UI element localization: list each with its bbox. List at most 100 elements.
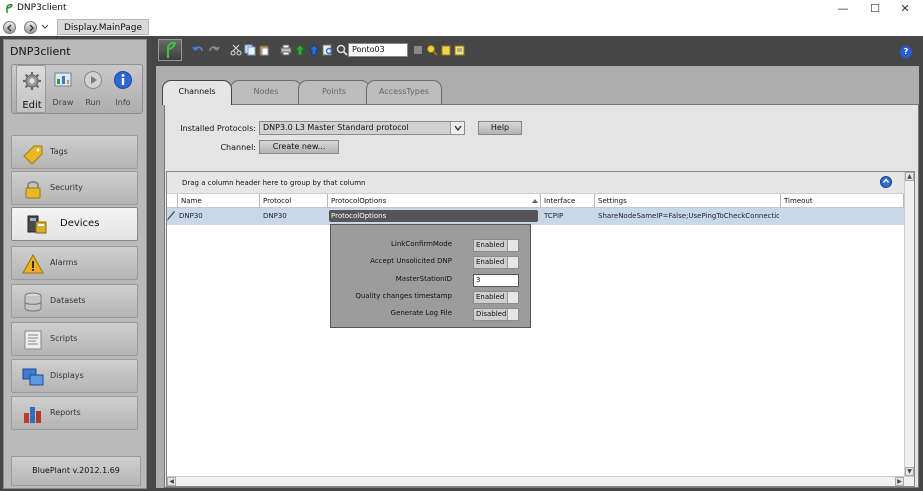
redo-icon[interactable]	[208, 44, 220, 56]
column-timeout[interactable]: Timeout	[780, 194, 904, 208]
sidebar-item-label: Alarms	[50, 258, 78, 267]
sidebar-item-reports[interactable]: Reports	[11, 396, 138, 430]
cut-icon[interactable]	[230, 44, 242, 56]
page-breadcrumb[interactable]: Display.MainPage	[57, 19, 150, 35]
properties-icon[interactable]	[454, 44, 466, 56]
cell-protocoloptions[interactable]: ProtocolOptions	[329, 210, 538, 222]
mode-panel: Edit Draw Run Info	[11, 64, 143, 114]
history-dropdown-icon[interactable]	[41, 24, 49, 30]
installed-protocols-label: Installed Protocols:	[180, 124, 256, 133]
sidebar-item-label: Reports	[50, 408, 81, 417]
chevron-down-icon[interactable]	[507, 292, 518, 303]
chevron-down-icon[interactable]	[507, 240, 518, 251]
scroll-left-button[interactable]: ◀	[167, 477, 176, 486]
accept-unsolicited-select[interactable]: Enabled	[473, 256, 519, 269]
mode-info-label: Info	[115, 98, 131, 107]
tab-nodes[interactable]: Nodes	[230, 80, 302, 104]
tab-channels[interactable]: Channels	[162, 80, 232, 105]
option-row-accept-unsolicited: Accept Unsolicited DNP Enabled	[331, 256, 530, 270]
masterstationid-input[interactable]: 3	[473, 274, 519, 287]
cell-name[interactable]: DNP30	[177, 208, 257, 225]
channels-grid: Drag a column header here to group by th…	[166, 171, 915, 487]
back-button[interactable]	[3, 21, 16, 34]
cell-settings[interactable]: ShareNodeSameIP=False;UsePingToCheckConn…	[596, 208, 779, 225]
chevron-down-icon[interactable]	[507, 257, 518, 268]
main-frame: DNP3client Edit Draw Run Info Tags Secur…	[0, 36, 923, 491]
leaf-button[interactable]	[158, 39, 182, 61]
sidebar-item-label: Displays	[50, 371, 84, 380]
scroll-up-button[interactable]: ▲	[905, 172, 914, 181]
window-title: DNP3client	[17, 3, 67, 13]
forward-button[interactable]	[24, 21, 37, 34]
minimize-button[interactable]: —	[828, 0, 858, 18]
protocol-options-popup: LinkConfirmMode Enabled Accept Unsolicit…	[330, 224, 531, 328]
column-protocoloptions[interactable]: ProtocolOptions	[327, 194, 540, 208]
quality-timestamp-select[interactable]: Enabled	[473, 291, 519, 304]
close-button[interactable]: ✕	[890, 0, 920, 18]
search-icon[interactable]	[336, 44, 348, 56]
help-icon[interactable]: ?	[900, 46, 912, 58]
column-settings[interactable]: Settings	[594, 194, 780, 208]
find-next-icon[interactable]	[426, 44, 438, 56]
sort-asc-icon	[532, 199, 538, 203]
mode-info-button[interactable]: Info	[108, 65, 138, 113]
chevron-down-icon[interactable]	[507, 309, 518, 320]
sidebar-item-datasets[interactable]: Datasets	[11, 284, 138, 318]
scroll-right-button[interactable]: ▶	[895, 477, 904, 486]
find-icon[interactable]	[322, 44, 334, 56]
maximize-button[interactable]: ☐	[860, 0, 890, 18]
column-interface[interactable]: Interface	[540, 194, 594, 208]
copy-icon[interactable]	[244, 44, 256, 56]
option-value: Disabled	[476, 310, 507, 318]
column-protocol[interactable]: Protocol	[259, 194, 327, 208]
protocol-select-value: DNP3.0 L3 Master Standard protocol	[263, 123, 409, 132]
grid-header: Name Protocol ProtocolOptions Interface …	[167, 194, 914, 208]
sidebar-item-label: Datasets	[50, 296, 86, 305]
option-row-generate-log: Generate Log File Disabled	[331, 308, 530, 322]
tab-points[interactable]: Points	[298, 80, 370, 104]
bookmark-icon[interactable]	[440, 44, 452, 56]
leaf-icon	[167, 41, 177, 58]
cell-protocol[interactable]: DNP30	[261, 208, 325, 225]
vertical-scrollbar[interactable]: ▲ ▼	[904, 172, 914, 486]
sidebar-item-security[interactable]: Security	[11, 171, 138, 205]
scroll-down-button[interactable]: ▼	[905, 467, 914, 476]
sidebar-item-displays[interactable]: Displays	[11, 359, 138, 393]
search-input[interactable]: Ponto03	[348, 43, 408, 57]
navigation-bar: Display.MainPage	[0, 18, 923, 36]
sidebar-item-scripts[interactable]: Scripts	[11, 322, 138, 356]
option-label: Accept Unsolicited DNP	[370, 257, 452, 265]
mode-edit-button[interactable]: Edit	[16, 65, 46, 113]
generate-log-select[interactable]: Disabled	[473, 308, 519, 321]
gear-icon	[23, 72, 41, 90]
mode-draw-button[interactable]: Draw	[48, 65, 78, 113]
paste-icon[interactable]	[258, 44, 270, 56]
horizontal-scrollbar[interactable]: ◀ ▶	[167, 476, 914, 486]
option-value: Enabled	[476, 293, 505, 301]
column-name[interactable]: Name	[177, 194, 259, 208]
table-row[interactable]: DNP30 DNP30 ProtocolOptions TCPIP ShareN…	[167, 208, 914, 225]
tab-accesstypes[interactable]: AccessTypes	[366, 80, 442, 104]
version-label: BluePlant v.2012.1.69	[11, 456, 141, 486]
sidebar-item-devices[interactable]: Devices	[11, 207, 138, 241]
group-by-bar[interactable]: Drag a column header here to group by th…	[167, 172, 914, 194]
arrow-left-icon	[7, 24, 12, 32]
sidebar-item-alarms[interactable]: Alarms	[11, 246, 138, 280]
grid-refresh-icon[interactable]	[880, 176, 892, 188]
mode-run-button[interactable]: Run	[78, 65, 108, 113]
help-button[interactable]: Help	[478, 121, 522, 135]
undo-icon[interactable]	[192, 44, 204, 56]
cell-interface[interactable]: TCPIP	[542, 208, 592, 225]
sidebar-item-tags[interactable]: Tags	[11, 135, 138, 169]
alarm-icon	[22, 253, 44, 274]
channel-label: Channel:	[220, 143, 256, 152]
protocol-select[interactable]: DNP3.0 L3 Master Standard protocol	[259, 121, 465, 135]
import-icon[interactable]	[294, 44, 306, 56]
select-arrow[interactable]	[450, 122, 464, 134]
create-channel-button[interactable]: Create new...	[259, 140, 339, 154]
print-icon[interactable]	[280, 44, 292, 56]
export-icon[interactable]	[308, 44, 320, 56]
project-title: DNP3client	[10, 45, 71, 58]
search-options-icon[interactable]	[412, 44, 424, 56]
linkconfirmmode-select[interactable]: Enabled	[473, 239, 519, 252]
